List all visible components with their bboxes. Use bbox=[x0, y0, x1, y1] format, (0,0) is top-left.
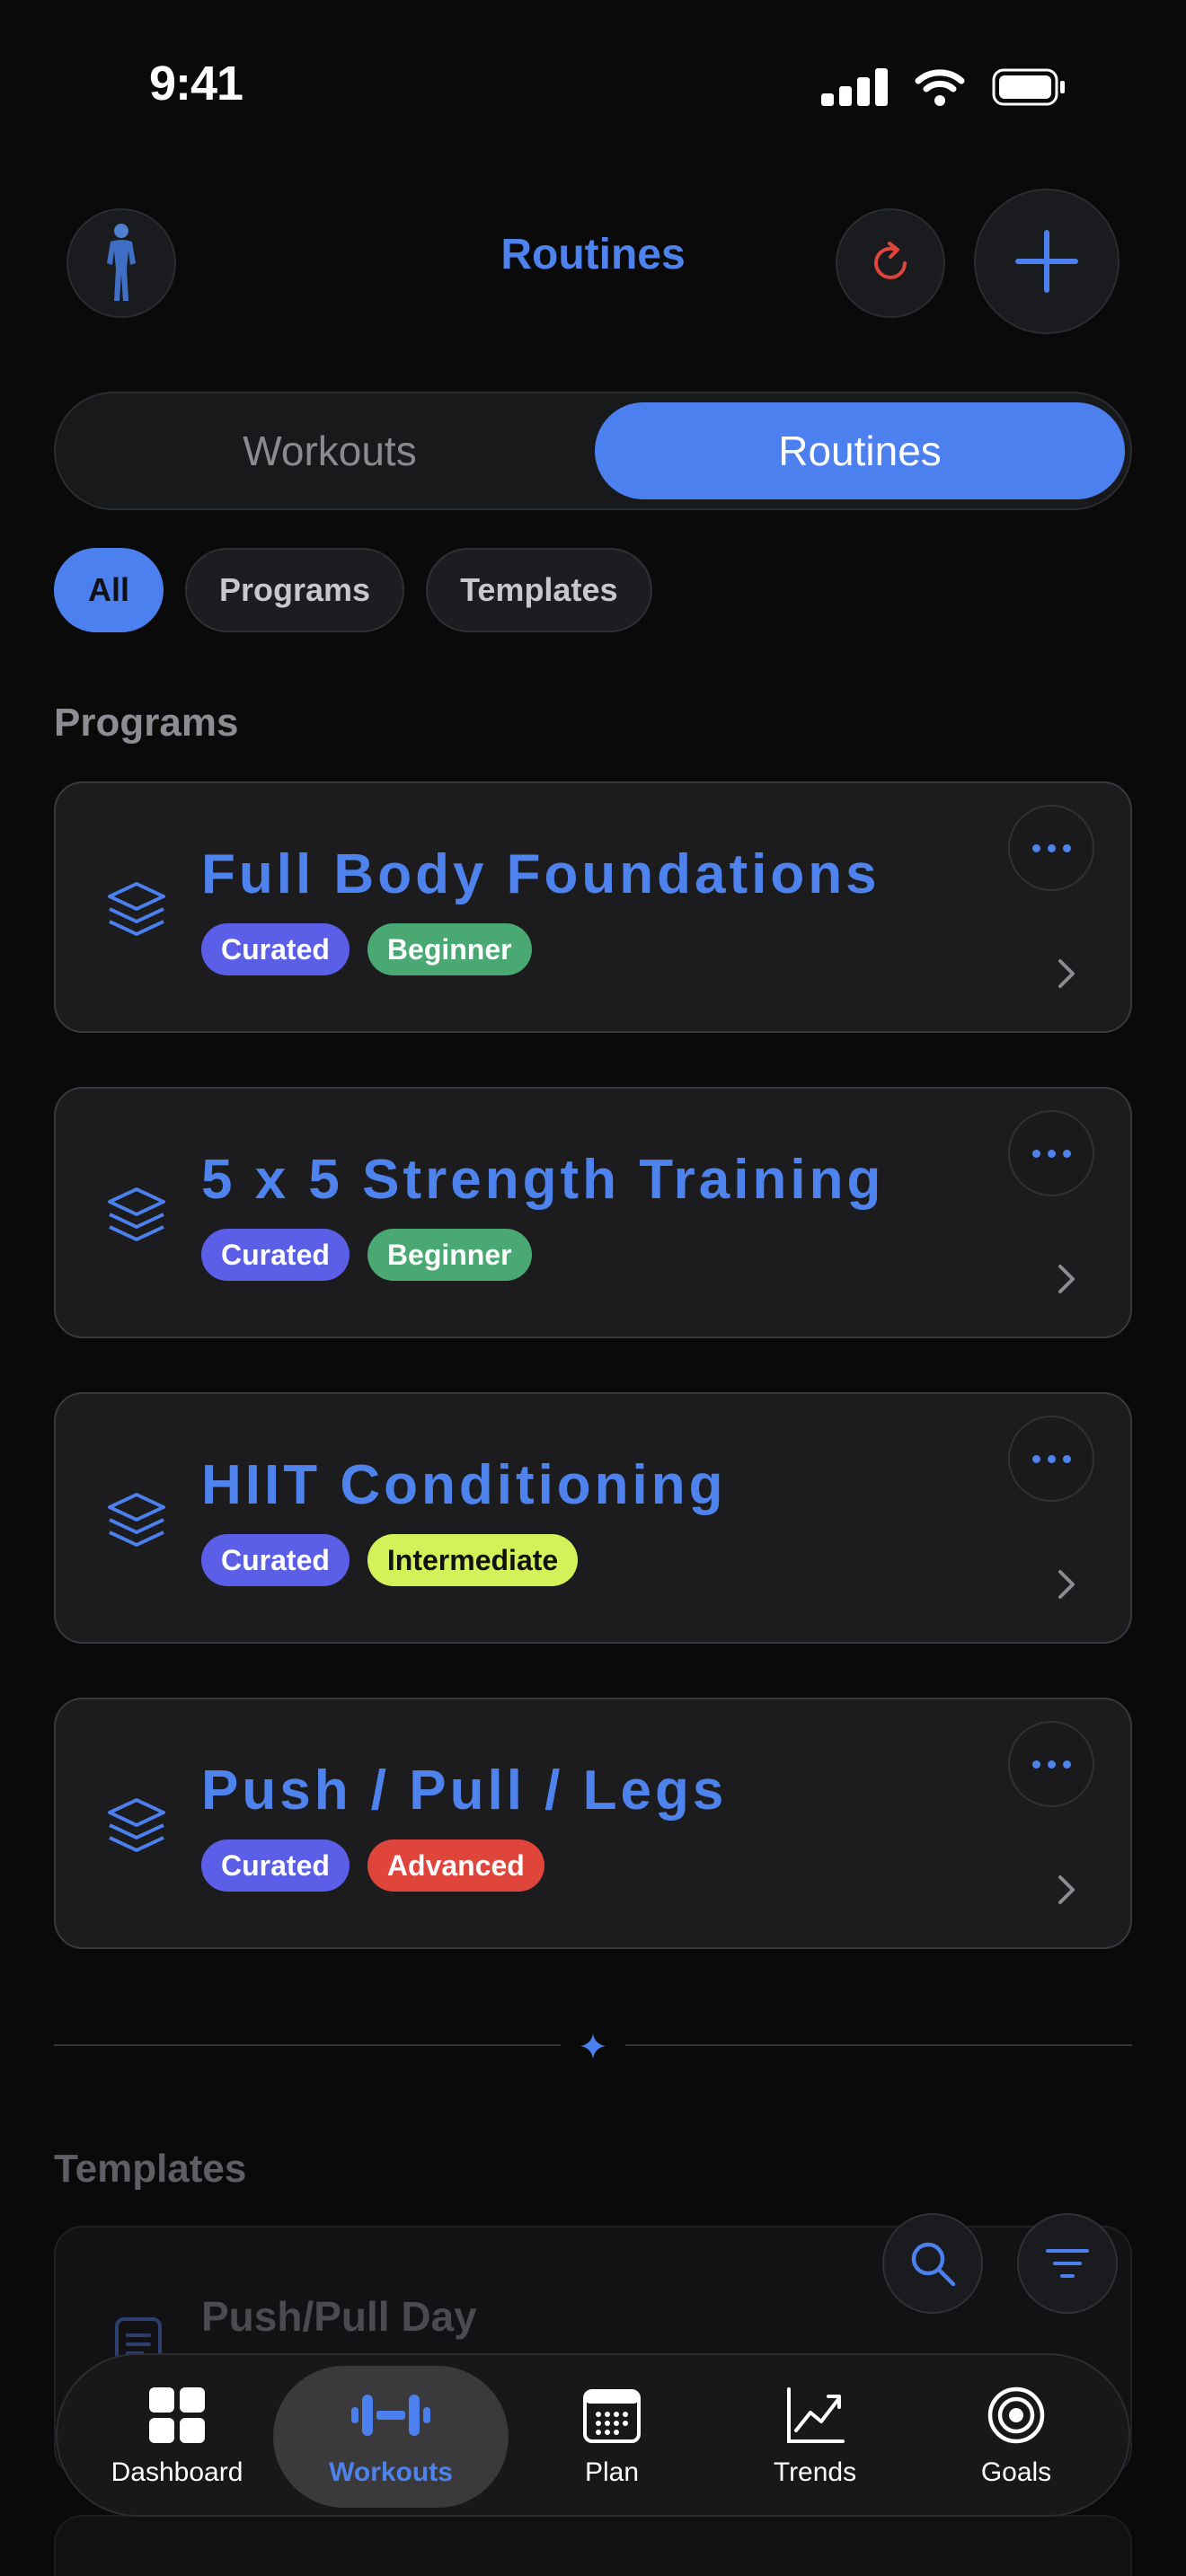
more-options-button[interactable] bbox=[1008, 1721, 1094, 1807]
tab-label: Trends bbox=[773, 2457, 857, 2487]
calendar-icon bbox=[583, 2389, 641, 2443]
filter-chips: All Programs Templates bbox=[54, 548, 652, 632]
tab-label: Goals bbox=[980, 2457, 1052, 2487]
program-title: HIIT Conditioning bbox=[201, 1454, 727, 1516]
filter-chip-all[interactable]: All bbox=[54, 548, 164, 632]
chart-line-icon bbox=[787, 2387, 845, 2443]
more-options-button[interactable] bbox=[1008, 1416, 1094, 1502]
tab-label: Dashboard bbox=[111, 2457, 243, 2487]
section-heading-programs: Programs bbox=[54, 701, 239, 745]
status-icons bbox=[821, 68, 1066, 106]
tab-label: Plan bbox=[584, 2457, 640, 2487]
refresh-icon bbox=[874, 242, 907, 279]
plus-icon bbox=[1015, 230, 1078, 293]
program-card[interactable]: Push / Pull / Legs Curated Advanced bbox=[54, 1698, 1132, 1949]
add-button[interactable] bbox=[974, 189, 1120, 334]
template-card[interactable] bbox=[54, 2515, 1132, 2576]
tab-workouts[interactable]: Workouts bbox=[273, 2366, 509, 2508]
stack-layers-icon bbox=[108, 882, 165, 936]
tab-bar: Dashboard Workouts Plan Trends Goals bbox=[56, 2353, 1130, 2517]
more-options-button[interactable] bbox=[1008, 1110, 1094, 1196]
tab-dashboard[interactable]: Dashboard bbox=[75, 2366, 279, 2508]
program-card[interactable]: Full Body Foundations Curated Beginner bbox=[54, 781, 1132, 1033]
level-badge: Intermediate bbox=[367, 1534, 579, 1586]
more-options-button[interactable] bbox=[1008, 805, 1094, 891]
filter-chip-programs[interactable]: Programs bbox=[185, 548, 405, 632]
sparkle-icon bbox=[580, 2033, 606, 2059]
level-badge: Advanced bbox=[367, 1839, 544, 1892]
refresh-button[interactable] bbox=[836, 208, 945, 318]
tab-goals[interactable]: Goals bbox=[915, 2366, 1118, 2508]
tab-plan[interactable]: Plan bbox=[510, 2366, 713, 2508]
stack-layers-icon bbox=[108, 1493, 165, 1547]
ellipsis-icon bbox=[1031, 1760, 1040, 1769]
program-title: Full Body Foundations bbox=[201, 843, 881, 905]
stack-layers-icon bbox=[108, 1187, 165, 1241]
program-title: 5 x 5 Strength Training bbox=[201, 1149, 885, 1211]
chevron-right-icon bbox=[1058, 959, 1075, 988]
section-divider bbox=[54, 2033, 1132, 2059]
filter-chip-templates[interactable]: Templates bbox=[426, 548, 652, 632]
signal-icon bbox=[821, 68, 888, 106]
program-card[interactable]: HIIT Conditioning Curated Intermediate bbox=[54, 1392, 1132, 1644]
chevron-right-icon bbox=[1058, 1570, 1075, 1599]
search-button[interactable] bbox=[882, 2213, 983, 2314]
level-badge: Beginner bbox=[367, 1229, 532, 1281]
stack-layers-icon bbox=[108, 1798, 165, 1852]
curated-badge: Curated bbox=[201, 1229, 350, 1281]
ellipsis-icon bbox=[1031, 843, 1040, 852]
ellipsis-icon bbox=[1031, 1149, 1040, 1158]
section-heading-templates: Templates bbox=[54, 2147, 247, 2191]
level-badge: Beginner bbox=[367, 923, 532, 975]
wifi-icon bbox=[915, 69, 965, 106]
segment-routines[interactable]: Routines bbox=[595, 402, 1125, 499]
chevron-right-icon bbox=[1058, 1265, 1075, 1293]
program-card[interactable]: 5 x 5 Strength Training Curated Beginner bbox=[54, 1087, 1132, 1338]
status-time: 9:41 bbox=[149, 57, 243, 110]
header: Routines bbox=[0, 180, 1186, 341]
tab-label: Workouts bbox=[329, 2457, 453, 2487]
program-badges: Curated Beginner bbox=[201, 923, 532, 975]
chevron-right-icon bbox=[1058, 1875, 1075, 1904]
ellipsis-icon bbox=[1031, 1454, 1040, 1463]
dumbbell-icon bbox=[351, 2395, 430, 2436]
search-icon bbox=[911, 2242, 956, 2287]
status-bar: 9:41 bbox=[0, 0, 1186, 171]
curated-badge: Curated bbox=[201, 923, 350, 975]
template-title: Push/Pull Day bbox=[201, 2293, 477, 2340]
program-badges: Curated Advanced bbox=[201, 1839, 544, 1892]
program-badges: Curated Intermediate bbox=[201, 1534, 579, 1586]
workouts-routines-segmented-control: Workouts Routines bbox=[54, 392, 1132, 510]
segment-workouts[interactable]: Workouts bbox=[65, 402, 595, 499]
curated-badge: Curated bbox=[201, 1534, 350, 1586]
battery-icon bbox=[992, 68, 1065, 106]
tab-trends[interactable]: Trends bbox=[713, 2366, 916, 2508]
program-badges: Curated Beginner bbox=[201, 1229, 532, 1281]
grid-icon bbox=[149, 2387, 205, 2443]
curated-badge: Curated bbox=[201, 1839, 350, 1892]
program-title: Push / Pull / Legs bbox=[201, 1760, 728, 1822]
filter-button[interactable] bbox=[1017, 2213, 1118, 2314]
target-icon bbox=[987, 2386, 1045, 2444]
filter-lines-icon bbox=[1046, 2249, 1089, 2278]
